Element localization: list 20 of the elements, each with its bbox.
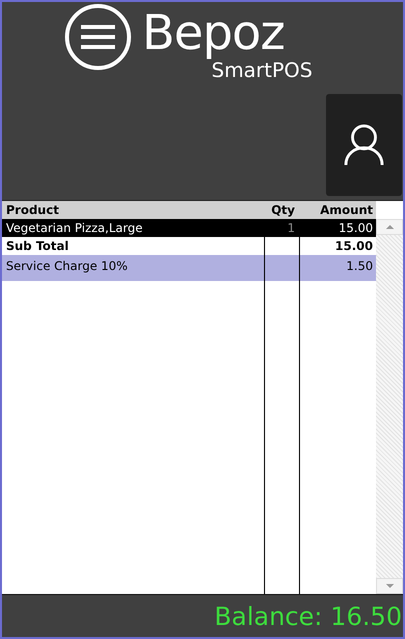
user-button[interactable] — [326, 94, 402, 196]
brand-name: Bepoz — [142, 5, 284, 61]
balance-total: Balance: 16.50 — [214, 602, 403, 630]
table-cell-text: Service Charge 10% — [5, 258, 129, 275]
order-row[interactable]: Vegetarian Pizza,Large 1 15.00 — [2, 219, 376, 237]
table-cell: 1 — [264, 219, 299, 237]
menu-icon[interactable] — [64, 3, 132, 71]
table-cell-text: Vegetarian Pizza,Large — [5, 220, 144, 237]
table-cell-text: Sub Total — [5, 238, 70, 255]
scroll-up-button[interactable] — [376, 219, 403, 235]
down-arrow-icon — [386, 584, 394, 588]
user-icon — [343, 123, 385, 167]
order-row[interactable]: Service Charge 10% 1.50 — [2, 255, 376, 281]
scrollbar[interactable] — [376, 219, 403, 594]
up-arrow-icon — [386, 225, 394, 229]
column-header: Product — [5, 203, 60, 217]
scroll-down-button[interactable] — [376, 578, 403, 594]
column-header: Qty — [270, 203, 296, 217]
brand-subtitle: SmartPOS — [212, 59, 312, 81]
column-header: Amount — [319, 203, 374, 217]
